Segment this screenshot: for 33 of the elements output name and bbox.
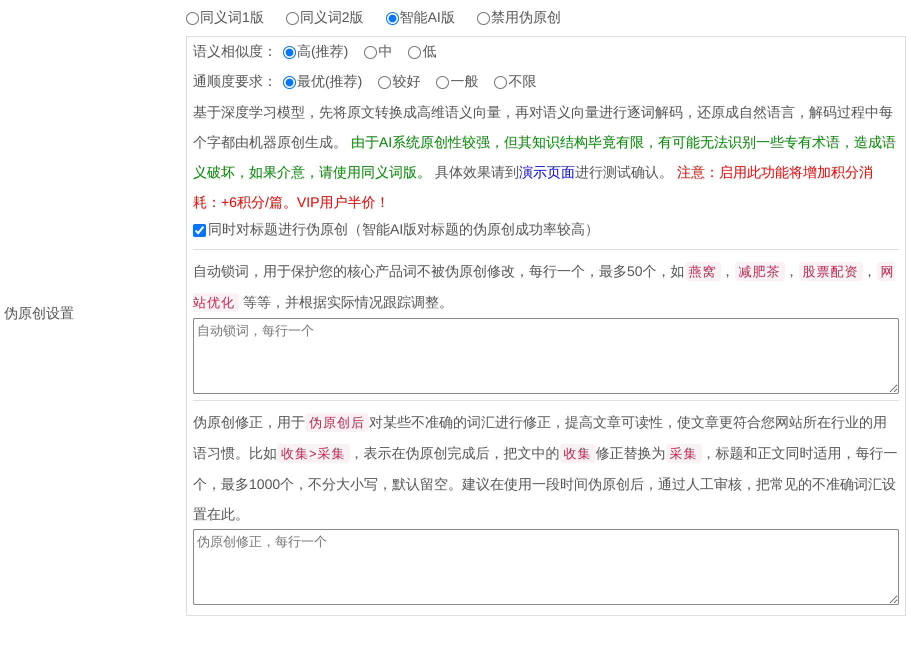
radio-label[interactable]: 同义词1版 <box>200 9 264 27</box>
radio-button[interactable] <box>364 46 378 58</box>
radio-label[interactable]: 中 <box>378 43 392 61</box>
description-text: 基于深度学习模型，先将原文转换成高维语义向量，再对语义向量进行逐词解码，还原成自然语言，解码过程中每个字都由机器原创生成。 由于AI系统原创性较强，但其知识结构毕竟有限，有可能无法识别一些专有术语，造成语义破坏，如果介意，请使用同义词版。 具体效果请到演示页面进行测试确认。 注意：启用此功能将增加积分消耗：+6积分/篇。VIP用户半价！ <box>193 103 898 212</box>
radio-button[interactable] <box>186 12 199 24</box>
radio-button[interactable] <box>408 46 422 58</box>
radio-button[interactable] <box>386 12 399 24</box>
radio-button[interactable] <box>283 46 296 58</box>
lock-words-help-text: 自动锁词，用于保护您的核心产品词不被伪原创修改，每行一个，最多50个，如 燕窝 ， 减肥茶 ， 股票配资 ， 网站优化 等等，并根据实际情况跟踪调整。 <box>193 261 896 314</box>
radio-button[interactable] <box>283 76 296 88</box>
radio-label[interactable]: 同义词2版 <box>300 9 364 27</box>
radio-label[interactable]: 低 <box>422 43 436 61</box>
section-label: 伪原创设置 <box>4 305 74 323</box>
setting-label: 通顺度要求： <box>193 73 277 91</box>
corrections-input-field[interactable]: 伪原创修正，每行一个 <box>193 529 899 605</box>
corrections-help-text: 伪原创修正，用于 伪原创后 对某些不准确的词汇进行修正，提高文章可读性，使文章更符合您网站所在行业的用语习惯。比如 收集>采集 ，表示在伪原创完成后，把文中的 收集 修正替换为 采集 ，标题和正文同时适用，每行一个，最多1000个，不分大小写，默认留空。建议在使用一段时间伪原创后，通过人工审核，把常见的不准确词汇设置在此。 <box>193 412 899 524</box>
radio-label[interactable]: 智能AI版 <box>400 9 455 27</box>
radio-label[interactable]: 禁用伪原创 <box>490 9 561 27</box>
lock-words-input-field[interactable]: 自动锁词，每行一个 <box>193 318 899 394</box>
radio-button[interactable] <box>286 12 299 24</box>
setting-label: 语义相似度： <box>193 43 277 61</box>
radio-button[interactable] <box>378 76 392 88</box>
radio-label[interactable]: 一般 <box>450 73 478 91</box>
radio-label[interactable]: 不限 <box>508 73 536 91</box>
radio-button[interactable] <box>494 76 508 88</box>
radio-label[interactable]: 最优(推荐) <box>297 73 362 91</box>
demo-page-link[interactable]: 演示页面 <box>518 164 575 180</box>
radio-label[interactable]: 高(推荐) <box>297 43 348 61</box>
radio-label[interactable]: 较好 <box>392 73 420 91</box>
radio-button[interactable] <box>476 12 490 24</box>
radio-button[interactable] <box>436 76 450 88</box>
checkbox[interactable] <box>193 224 206 236</box>
checkbox-label[interactable]: 同时对标题进行伪原创（智能AI版对标题的伪原创成功率较高） <box>208 221 600 239</box>
